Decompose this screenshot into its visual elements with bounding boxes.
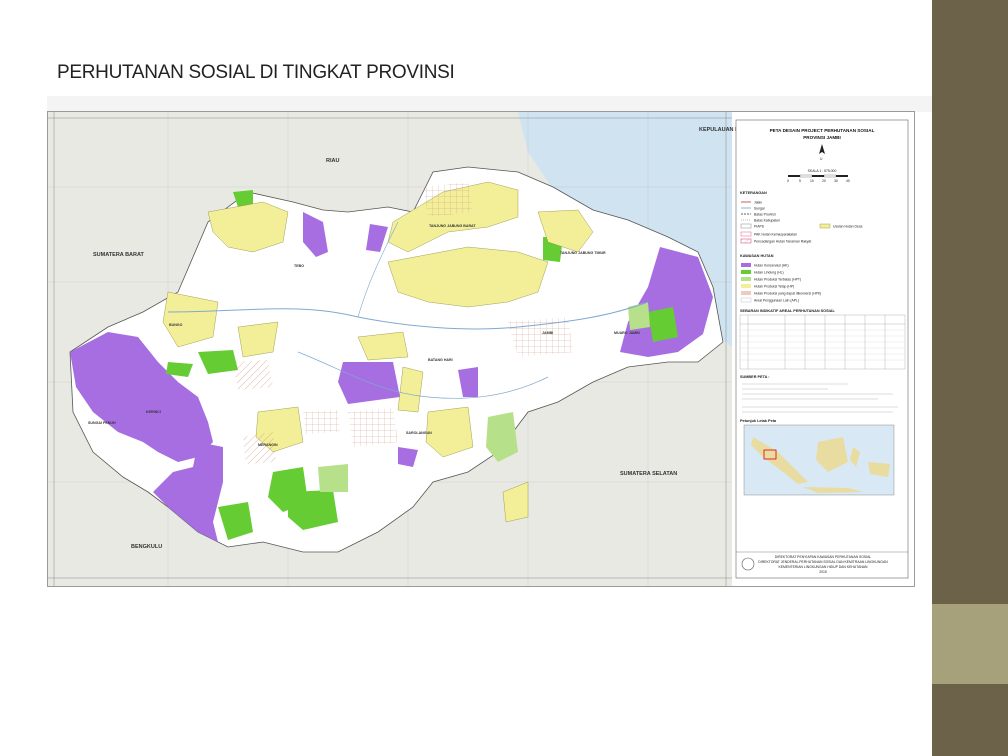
lindung-muaro-jambi: [648, 307, 678, 342]
label-sarolangun: SAROLANGUN: [406, 431, 432, 435]
map-svg: RIAU SUMATERA BARAT BENGKULU SUMATERA SE…: [48, 112, 909, 586]
label-tanjab-timur: TANJUNG JABUNG TIMUR: [560, 251, 606, 255]
scale-tick-2: 10: [810, 179, 814, 183]
kawasan-title: KAWASAN HUTAN: [740, 254, 774, 258]
legend-sungai: Sungai: [754, 207, 765, 211]
label-tebo: TEBO: [294, 264, 304, 268]
inset-title: Petunjuk Letak Peta: [740, 419, 777, 423]
scale-tick-5: 40: [846, 179, 850, 183]
map-area: RIAU SUMATERA BARAT BENGKULU SUMATERA SE…: [48, 112, 749, 586]
label-kerinci: KERINCI: [146, 410, 161, 414]
htr-merangin: [243, 432, 276, 464]
label-tanjab-barat: TANJUNG JABUNG BARAT: [429, 224, 476, 228]
hpk-grid-1: [303, 410, 340, 434]
legend-hkm: PAK Hutan Kemasyarakatan: [754, 233, 797, 237]
legend-title: PETA DESAIN PROJECT PERHUTANAN SOSIAL: [770, 128, 875, 133]
table-title: SEBARAN INDIKATIF AREAL PERHUTANAN SOSIA…: [740, 309, 835, 313]
keterangan-title: KETERANGAN: [740, 191, 767, 195]
legend-hpt: Hutan Produksi Terbatas (HPT): [754, 278, 801, 282]
map-frame[interactable]: RIAU SUMATERA BARAT BENGKULU SUMATERA SE…: [47, 111, 915, 587]
agency-line-4: 2015: [819, 570, 827, 574]
hpk-grid-2: [508, 317, 573, 357]
hpt-merangin: [318, 464, 348, 492]
legend-usulan-hd: Usulan Hutan Desa: [833, 225, 863, 229]
legend-subtitle: PROVINSI JAMBI: [803, 135, 841, 140]
label-merangin: MERANGIN: [258, 443, 278, 447]
htr-bungo: [233, 360, 273, 390]
legend-hpk: Hutan Produksi yang dapat dikonversi (HP…: [754, 292, 821, 296]
legend-hk: Hutan Konservasi (HK): [754, 264, 789, 268]
hpk-grid-4: [423, 182, 473, 217]
hp-bungo-2: [237, 321, 279, 358]
scale-tick-3: 20: [822, 179, 826, 183]
label-bengkulu: BENGKULU: [131, 544, 162, 550]
label-bungo: BUNGO: [169, 323, 183, 327]
sidebar-accent-middle: [932, 604, 1008, 684]
bukit-duabelas: [338, 362, 400, 404]
label-muaro-jambi: MUARO JAMBI: [614, 331, 640, 335]
scale-tick-0: 0: [787, 179, 789, 183]
legend-panel: PETA DESAIN PROJECT PERHUTANAN SOSIAL PR…: [735, 119, 909, 579]
legend-hl: Hutan Lindung (HL): [754, 271, 784, 275]
legend-batas-provinsi: Batas Provinsi: [754, 213, 776, 217]
agency-line-3: KEMENTERIAN LINGKUNGAN HIDUP DAN KEHUTAN…: [779, 565, 869, 569]
title-underline-band: [47, 96, 932, 112]
label-riau: RIAU: [326, 158, 339, 164]
sidebar-accent-bottom: [932, 684, 1008, 756]
scale-text: SKALA 1 : 575.000: [808, 169, 837, 173]
label-jambi: JAMBI: [542, 331, 553, 335]
legend-jalan: Jalan: [754, 201, 762, 205]
sumber-title: SUMBER PETA :: [740, 375, 770, 379]
label-sumbar: SUMATERA BARAT: [93, 252, 145, 258]
legend-batas-kabupaten: Batas Kabupaten: [754, 219, 780, 223]
sidebar-accent-top: [932, 0, 1008, 604]
agency-line-2: DIREKTORAT JENDERAL PERHUTANAN SOSIAL DA…: [758, 560, 888, 564]
legend-hp: Hutan Produksi Tetap (HP): [754, 285, 794, 289]
inset-map: [743, 424, 895, 496]
legend-htr: Pencadangan Hutan Tanaman Rakyat: [754, 240, 811, 244]
agency-line-1: DIREKTORAT PENYIAPAN KAWASAN PERHUTANAN …: [775, 555, 872, 559]
label-sungai-penuh: SUNGAI PENUH: [88, 421, 116, 425]
scale-tick-1: 5: [799, 179, 801, 183]
label-sumsel: SUMATERA SELATAN: [620, 471, 677, 477]
scale-tick-4: 30: [834, 179, 838, 183]
legend-piaps: PIAPS: [754, 225, 765, 229]
slide-title: PERHUTANAN SOSIAL DI TINGKAT PROVINSI: [57, 62, 455, 83]
label-batang-hari: BATANG HARI: [428, 358, 453, 362]
hpt-muaro-jambi: [628, 302, 650, 330]
hpk-grid-3: [348, 408, 398, 447]
ministry-logo-icon: [741, 557, 755, 571]
legend-apl: Areal Penggunaan Lain (APL): [754, 299, 799, 303]
